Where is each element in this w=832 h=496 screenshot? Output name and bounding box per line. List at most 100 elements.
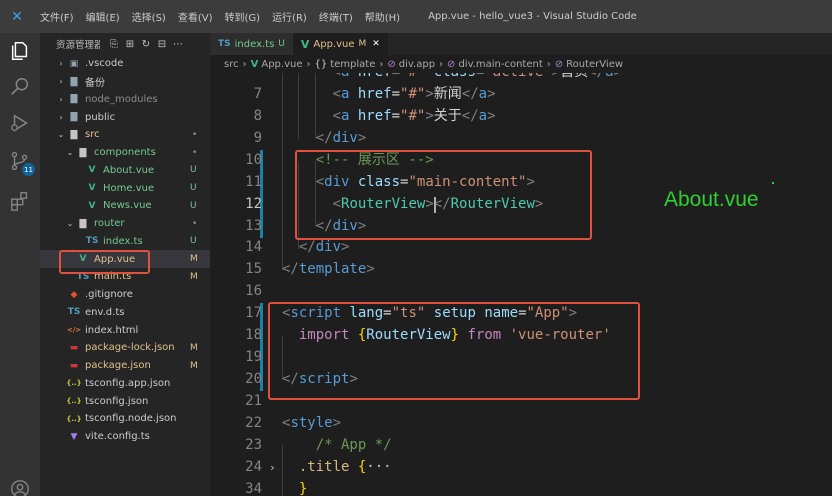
tree-item-label: env.d.ts <box>85 306 125 318</box>
breadcrumb-item[interactable]: template <box>330 59 375 70</box>
explorer-header: 资源管理器 ⎘ ⊞ ↻ ⊟ ⋯ <box>40 33 210 55</box>
code-line[interactable]: /* App */ <box>282 435 392 457</box>
symbol-icon: {} <box>314 58 328 70</box>
tab-app-vue[interactable]: V App.vue M ✕ <box>292 33 388 55</box>
tree-item[interactable]: ⌄ ▇ src • <box>40 126 210 144</box>
menu-item[interactable]: 终端(T) <box>313 9 359 24</box>
close-icon[interactable]: ✕ <box>372 39 380 49</box>
extensions-icon[interactable] <box>0 183 40 219</box>
tree-item[interactable]: </> index.html <box>40 321 210 339</box>
tree-item[interactable]: › ▇ node_modules <box>40 91 210 109</box>
tab-status: U <box>278 39 285 49</box>
code-line[interactable]: <style> <box>282 413 341 435</box>
code-token: .title <box>282 458 358 475</box>
tree-item[interactable]: {..} tsconfig.node.json <box>40 410 210 428</box>
code-token: = <box>391 85 401 102</box>
tree-item[interactable]: ▬ package-lock.json M <box>40 339 210 357</box>
vue-file-icon: V <box>88 183 96 194</box>
line-number: 23 <box>245 436 262 453</box>
tree-item[interactable]: › ▣ .vscode <box>40 55 210 73</box>
breadcrumb-separator-icon: › <box>242 58 247 70</box>
tree-item[interactable]: V News.vue U <box>40 197 210 215</box>
tree-item-label: package.json <box>85 360 151 372</box>
menu-item[interactable]: 文件(F) <box>34 9 80 24</box>
account-icon[interactable] <box>0 471 40 496</box>
new-folder-icon[interactable]: ⊞ <box>122 39 138 50</box>
tree-item[interactable]: V Home.vue U <box>40 179 210 197</box>
code-token: > <box>614 73 622 80</box>
run-debug-icon[interactable] <box>0 105 40 141</box>
tree-item[interactable]: ⌄ ▇ router • <box>40 215 210 233</box>
tree-item[interactable]: {..} tsconfig.json <box>40 392 210 410</box>
folder-open-icon: ▇ <box>79 218 87 229</box>
tree-item-label: News.vue <box>103 200 152 212</box>
fold-chevron-icon[interactable]: › <box>269 461 276 474</box>
line-number: 24 <box>245 458 262 475</box>
tree-item[interactable]: TS env.d.ts <box>40 304 210 322</box>
code-line[interactable]: .title {··· <box>282 457 392 479</box>
breadcrumb-item[interactable]: div.app <box>399 59 435 70</box>
tree-item-label: tsconfig.json <box>85 395 149 407</box>
code-line[interactable]: <a href="#">新闻</a> <box>282 84 496 106</box>
line-number: 21 <box>245 392 262 409</box>
npm-file-icon: ▬ <box>69 360 79 371</box>
code-token: "#" <box>400 85 426 102</box>
window-title: App.vue - hello_vue3 - Visual Studio Cod… <box>428 11 637 22</box>
folder-open-icon: ▇ <box>79 147 87 158</box>
folder-icon: ▇ <box>70 76 78 87</box>
code-editor[interactable]: › <a href="#" class="active">首页</a>7 <a … <box>210 73 832 496</box>
code-line[interactable]: <a href="#">关于</a> <box>282 106 496 128</box>
breadcrumb-item[interactable]: div.main-content <box>458 59 542 70</box>
tree-item[interactable]: TS index.ts U <box>40 233 210 251</box>
menu-item[interactable]: 帮助(H) <box>359 9 406 24</box>
menu-item[interactable]: 转到(G) <box>219 9 267 24</box>
breadcrumb-item[interactable]: RouterView <box>566 59 623 70</box>
more-icon[interactable]: ⋯ <box>170 39 186 50</box>
git-status-badge: M <box>190 271 198 282</box>
breadcrumb-item[interactable]: src <box>224 59 239 70</box>
annotation-dot <box>772 182 774 184</box>
code-token: > <box>425 107 434 124</box>
tree-item[interactable]: {..} tsconfig.app.json <box>40 375 210 393</box>
line-number: 19 <box>245 349 262 366</box>
code-token: </ <box>461 107 479 124</box>
code-line[interactable]: </div> <box>282 128 367 150</box>
tree-item-label: node_modules <box>85 93 158 105</box>
code-token: a <box>341 85 358 102</box>
tree-item[interactable]: › ▇ 备份 <box>40 73 210 91</box>
line-number: 12 <box>245 195 262 212</box>
explorer-icon[interactable] <box>0 33 40 69</box>
symbol-icon: ⊘ <box>447 58 456 70</box>
tab-index-ts[interactable]: TS index.ts U <box>210 33 293 55</box>
refresh-icon[interactable]: ↻ <box>138 39 154 50</box>
tree-item-label: router <box>94 218 125 230</box>
folder-icon: ▣ <box>69 58 79 69</box>
code-line[interactable]: <a href="#" class="active">首页</a> <box>282 73 622 84</box>
search-icon[interactable] <box>0 69 40 105</box>
line-number: 18 <box>245 327 262 344</box>
new-file-icon[interactable]: ⎘ <box>106 39 122 50</box>
code-line[interactable]: </template> <box>282 259 375 281</box>
menu-item[interactable]: 查看(V) <box>172 9 219 24</box>
tree-item[interactable]: ▬ package.json M <box>40 357 210 375</box>
tree-item-label: .gitignore <box>85 289 133 301</box>
tree-item[interactable]: ▼ vite.config.ts <box>40 428 210 446</box>
breadcrumb-item[interactable]: App.vue <box>261 59 302 70</box>
code-line[interactable]: } <box>282 479 307 496</box>
source-control-icon[interactable]: 11 <box>0 143 40 179</box>
line-number: 17 <box>245 305 262 322</box>
vite-file-icon: ▼ <box>70 431 78 442</box>
menu-item[interactable]: 运行(R) <box>266 9 313 24</box>
highlight-box-main-content <box>295 150 592 240</box>
tree-item[interactable]: ◆ .gitignore <box>40 286 210 304</box>
code-token: > <box>357 129 367 146</box>
vue-file-icon: V <box>88 200 96 211</box>
tree-item[interactable]: › ▇ public <box>40 108 210 126</box>
code-token: </ <box>282 239 316 256</box>
menu-item[interactable]: 编辑(E) <box>80 9 126 24</box>
collapse-icon[interactable]: ⊟ <box>154 39 170 50</box>
tree-item[interactable]: ⌄ ▇ components • <box>40 144 210 162</box>
tree-item[interactable]: V About.vue U <box>40 162 210 180</box>
code-line[interactable]: </div> <box>282 237 350 259</box>
menu-item[interactable]: 选择(S) <box>126 9 172 24</box>
